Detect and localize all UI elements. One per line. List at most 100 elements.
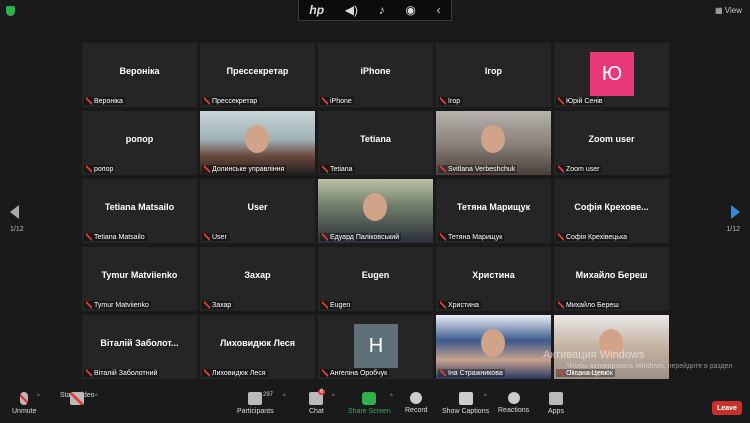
muted-mic-icon	[20, 392, 29, 405]
participants-count: 297	[263, 392, 274, 398]
participant-display-name: Софія Крехове...	[574, 202, 649, 212]
muted-mic-icon	[204, 97, 210, 105]
participant-name-label: Tymur Matviienko	[84, 301, 151, 309]
unmute-button[interactable]: Unmute	[12, 392, 37, 415]
chat-caret-icon[interactable]: ^	[332, 394, 335, 400]
apps-label: Apps	[548, 408, 564, 415]
hp-control-bar: hp ◀) ♪ ◉ ‹	[298, 0, 452, 21]
participant-name: Zoom user	[566, 165, 600, 173]
participant-name: Ангеліна Оробчук	[330, 369, 388, 377]
participant-display-name: User	[247, 202, 268, 212]
participant-tile[interactable]: iPhone iPhone	[318, 43, 433, 107]
view-button[interactable]: ▦ View	[715, 6, 742, 15]
participant-tile[interactable]: Zoom user Zoom user	[554, 111, 669, 175]
muted-mic-icon	[558, 233, 564, 241]
participant-tile[interactable]: User User	[200, 179, 315, 243]
participant-tile[interactable]: Едуард Паліковський	[318, 179, 433, 243]
participant-display-name: Ігор	[484, 66, 503, 76]
participant-name-label: Лиховидюк Леся	[202, 369, 268, 377]
participant-display-name: Христина	[472, 270, 515, 280]
participant-name-label: Михайло Береш	[556, 301, 621, 309]
participant-tile[interactable]: Христина Христина	[436, 247, 551, 311]
participant-tile[interactable]: Svitlana Verbeshchuk	[436, 111, 551, 175]
leave-button[interactable]: Leave	[712, 401, 742, 415]
participant-tile[interactable]: Іна Стражникова	[436, 315, 551, 379]
participant-tile[interactable]: Софія Крехове... Софія Крехівецька	[554, 179, 669, 243]
participant-tile[interactable]: Михайло Береш Михайло Береш	[554, 247, 669, 311]
participant-tile[interactable]: ропор ропор	[82, 111, 197, 175]
participant-name-label: Tetiana Matsailo	[84, 233, 147, 241]
view-label: View	[724, 6, 742, 15]
muted-mic-icon	[322, 233, 328, 241]
participant-name-label: Едуард Паліковський	[320, 233, 402, 241]
participant-name: iPhone	[330, 97, 352, 105]
participant-tile[interactable]: Віталій Заболот... Віталій Заболотний	[82, 315, 197, 379]
participants-caret-icon[interactable]: ^	[283, 394, 286, 400]
participant-tile[interactable]: Tetiana Tetiana	[318, 111, 433, 175]
participant-name: Віталій Заболотний	[94, 369, 158, 377]
participant-tile[interactable]: Тетяна Марищук Тетяна Марищук	[436, 179, 551, 243]
participant-tile[interactable]: Tymur Matviienko Tymur Matviienko	[82, 247, 197, 311]
unmute-label: Unmute	[12, 408, 37, 415]
participant-name: Лиховидюк Леся	[212, 369, 266, 377]
participant-name: Іна Стражникова	[448, 369, 503, 377]
participant-name: Долинське управління	[212, 165, 285, 173]
chat-button[interactable]: 6 Chat	[309, 389, 326, 415]
muted-mic-icon	[86, 233, 92, 241]
participant-tile[interactable]: Вероніка Вероніка	[82, 43, 197, 107]
video-options-caret-icon[interactable]: ^	[95, 394, 98, 400]
start-video-button[interactable]: Start Video	[60, 392, 95, 405]
share-caret-icon[interactable]: ^	[390, 394, 393, 400]
participant-name-label: Tetiana	[320, 165, 355, 173]
show-captions-button[interactable]: Show Captions	[442, 392, 489, 415]
muted-mic-icon	[558, 301, 564, 309]
mic-icon[interactable]: ♪	[379, 3, 385, 17]
participant-name-label: Захар	[202, 301, 234, 309]
participant-tile[interactable]: Долинське управління	[200, 111, 315, 175]
audio-options-caret-icon[interactable]: ^	[37, 394, 40, 400]
participant-display-name: Михайло Береш	[575, 270, 648, 280]
participant-avatar: Н	[354, 324, 398, 368]
chat-label: Chat	[309, 408, 324, 415]
captions-caret-icon[interactable]: ^	[484, 394, 487, 400]
participant-tile[interactable]: Лиховидюк Леся Лиховидюк Леся	[200, 315, 315, 379]
hp-logo: hp	[309, 3, 325, 17]
muted-mic-icon	[86, 369, 92, 377]
participant-tile[interactable]: Ігор Ігор	[436, 43, 551, 107]
next-page-icon[interactable]	[731, 205, 740, 219]
participant-name: Tetiana Matsailo	[94, 233, 145, 241]
previous-page-icon[interactable]	[10, 205, 19, 219]
participant-name: Вероніка	[94, 97, 123, 105]
participant-name-label: Svitlana Verbeshchuk	[438, 165, 518, 173]
record-button[interactable]: Record	[405, 392, 428, 414]
muted-mic-icon	[204, 301, 210, 309]
muted-mic-icon	[558, 369, 564, 377]
share-screen-button[interactable]: Share Screen	[348, 392, 391, 415]
participant-tile[interactable]: Захар Захар	[200, 247, 315, 311]
participant-name: Eugen	[330, 301, 351, 309]
apps-button[interactable]: Apps	[548, 392, 564, 415]
participant-name: Прессекретар	[212, 97, 258, 105]
broadcast-icon[interactable]: ◉	[405, 3, 415, 17]
video-off-icon	[70, 392, 85, 405]
participant-display-name: Tymur Matviienko	[101, 270, 178, 280]
participants-label: Participants	[237, 408, 274, 415]
participant-name-label: Христина	[438, 301, 481, 309]
reactions-label: Reactions	[498, 407, 530, 414]
participant-tile[interactable]: Прессекретар Прессекретар	[200, 43, 315, 107]
participant-tile[interactable]: Eugen Eugen	[318, 247, 433, 311]
participant-display-name: iPhone	[360, 66, 391, 76]
reactions-button[interactable]: Reactions	[498, 392, 529, 414]
record-label: Record	[405, 407, 428, 414]
participant-name: Софія Крехівецька	[566, 233, 628, 241]
participant-tile[interactable]: Н Ангеліна Оробчук	[318, 315, 433, 379]
volume-icon[interactable]: ◀)	[345, 3, 358, 17]
muted-mic-icon	[322, 301, 328, 309]
participant-tile[interactable]: Tetiana Matsailo Tetiana Matsailo	[82, 179, 197, 243]
participant-tile[interactable]: Ю Юрій Сенів	[554, 43, 669, 107]
muted-mic-icon	[558, 97, 564, 105]
participants-button[interactable]: 297 Participants	[237, 392, 274, 415]
security-shield-icon[interactable]	[6, 6, 15, 16]
chevron-left-icon[interactable]: ‹	[437, 3, 441, 17]
muted-mic-icon	[86, 97, 92, 105]
